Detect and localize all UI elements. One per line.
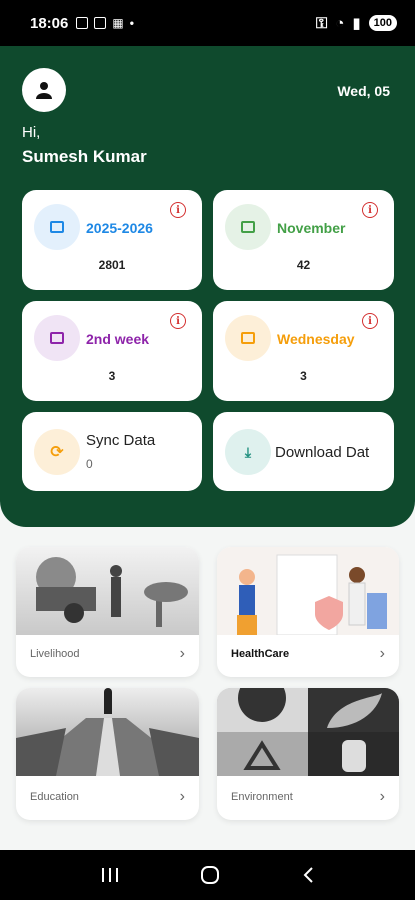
chevron-right-icon: › [179,645,185,662]
education-image [16,688,199,776]
info-icon[interactable]: i [362,313,378,329]
date-label: Wed, 05 [337,83,390,99]
home-button[interactable] [200,865,220,885]
sync-data-button[interactable]: ⟳ Sync Data 0 [22,412,202,491]
recent-apps-button[interactable] [101,867,119,883]
calendar-icon [225,315,271,361]
user-name: Sumesh Kumar [22,147,147,166]
healthcare-illustration [237,554,387,636]
download-icon: ⤓ [225,429,271,475]
environment-illustration [217,688,399,776]
calendar-icon [34,315,80,361]
battery-indicator: 100 [368,15,397,31]
healthcare-tile[interactable]: HealthCare › [217,547,399,677]
info-icon[interactable]: i [170,202,186,218]
download-data-button[interactable]: ⤓ Download Dat [213,412,394,491]
week-card[interactable]: 2nd week 3 i [22,301,202,401]
chevron-right-icon: › [179,788,185,805]
cart-illustration [36,557,188,627]
year-card-title: 2025-2026 [86,220,153,236]
sync-count: 0 [86,457,93,471]
notification-icons: ▦ • [76,16,134,30]
download-data-label: Download Dat [275,444,370,461]
checkbox-icon [94,17,107,29]
screenshot-icon [76,17,89,29]
system-navigation-bar [0,850,415,900]
signal-icon: ▮ [352,15,361,32]
calendar-icon [225,204,271,250]
sync-data-label: Sync Data [86,432,156,449]
livelihood-tile[interactable]: Livelihood › [16,547,199,677]
day-card-value: 3 [300,369,307,383]
back-button[interactable] [301,866,315,884]
info-icon[interactable]: i [362,202,378,218]
books-illustration [16,688,199,776]
year-card[interactable]: 2025-2026 2801 i [22,190,202,290]
info-icon[interactable]: i [170,313,186,329]
status-bar: 18:06 ▦ • ⚿ ◔ ▮ 100 [0,0,415,46]
sync-icon: ⟳ [34,429,80,475]
healthcare-image [217,547,399,636]
month-card-value: 42 [296,258,311,272]
year-card-value: 2801 [98,258,126,272]
week-card-value: 3 [108,369,116,383]
chevron-right-icon: › [379,788,385,805]
key-icon: ⚿ [315,14,328,32]
environment-image [217,688,399,776]
week-card-title: 2nd week [86,331,150,347]
month-card-title: November [277,220,346,236]
day-card[interactable]: Wednesday 3 i [213,301,394,401]
month-card[interactable]: November 42 i [213,190,394,290]
calendar-icon [34,204,80,250]
status-time: 18:06 [30,14,69,32]
environment-tile[interactable]: Environment › [217,688,399,820]
education-label: Education [30,791,79,803]
livelihood-image [16,547,199,635]
healthcare-label: HealthCare [231,648,290,660]
person-icon [36,82,52,99]
environment-label: Environment [231,791,293,803]
livelihood-label: Livelihood [30,648,80,660]
wifi-icon: ◔ [335,14,345,32]
day-card-title: Wednesday [277,331,355,347]
education-tile[interactable]: Education › [16,688,199,820]
greeting: Hi, [22,124,41,141]
chevron-right-icon: › [379,645,385,662]
grid-icon: ▦ [112,16,124,30]
avatar[interactable] [22,68,66,112]
dashboard-header: Wed, 05 Hi, Sumesh Kumar 2025-2026 2801 … [0,46,415,527]
dot-icon: • [129,16,134,30]
